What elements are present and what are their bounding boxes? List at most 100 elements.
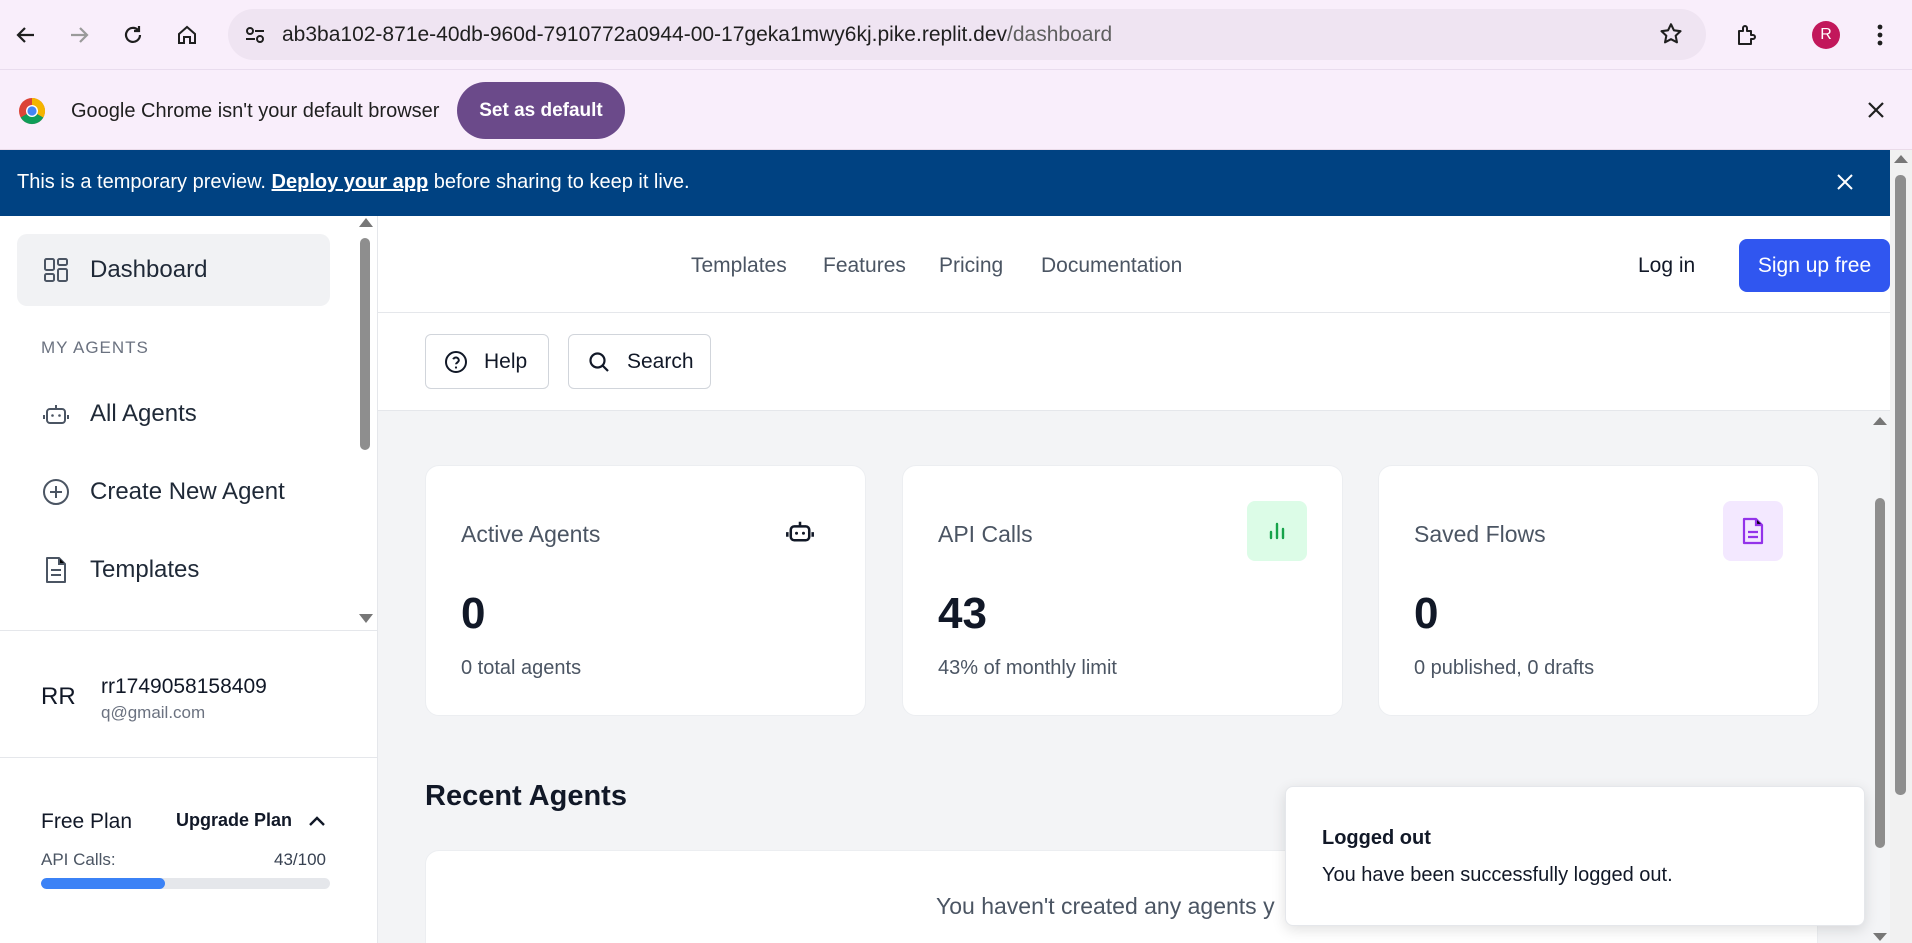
plus-circle-icon [42,478,70,506]
scroll-down-arrow[interactable] [359,614,373,623]
sidebar: Dashboard MY AGENTS All Agents Create Ne… [0,216,378,943]
infobar-close-button[interactable] [1860,94,1892,126]
nav-link-templates[interactable]: Templates [691,254,787,278]
forward-button[interactable] [61,17,97,53]
stat-card-active-agents: Active Agents 0 0 total agents [425,465,866,716]
address-bar[interactable]: ab3ba102-871e-40db-960d-7910772a0944-00-… [228,9,1706,60]
nav-link-features[interactable]: Features [823,254,906,278]
main-scroll-thumb[interactable] [1875,498,1885,848]
close-icon [1868,102,1884,118]
profile-avatar: R [1812,21,1840,49]
sidebar-item-label: Create New Agent [90,478,285,505]
stat-card-api-calls: API Calls 43 43% of monthly limit [902,465,1343,716]
chrome-logo-icon [19,97,46,125]
site-info-icon[interactable] [242,22,268,48]
sidebar-item-templates[interactable]: Templates [17,534,330,606]
scroll-up-arrow[interactable] [1873,417,1887,425]
sidebar-item-dashboard[interactable]: Dashboard [17,234,330,306]
forward-icon [71,27,89,43]
sidebar-item-all-agents[interactable]: All Agents [17,378,330,450]
stat-value: 0 [461,589,486,638]
profile-button[interactable]: R [1808,17,1844,53]
preview-banner-close-button[interactable] [1830,167,1860,197]
user-profile[interactable]: RR rr1749058158409 q@gmail.com [0,630,377,758]
api-calls-progress-fill [41,878,166,889]
home-icon [178,25,196,44]
recent-agents-heading: Recent Agents [425,780,627,812]
help-button[interactable]: Help [425,334,549,389]
nav-link-documentation[interactable]: Documentation [1041,254,1182,278]
url-path: /dashboard [1007,23,1113,46]
preview-banner-after: before sharing to keep it live. [428,171,690,193]
stat-title: Saved Flows [1414,521,1546,547]
dashboard-icon [42,256,70,284]
search-button[interactable]: Search [568,334,711,389]
stat-title: Active Agents [461,521,601,547]
preview-banner-before: This is a temporary preview. [17,171,272,193]
deploy-app-link[interactable]: Deploy your app [272,171,429,193]
toast-description: You have been successfully logged out. [1322,864,1673,886]
upgrade-plan-button[interactable]: Upgrade Plan [176,810,292,831]
reload-button[interactable] [115,17,151,53]
preview-banner: This is a temporary preview. Deploy your… [0,150,1912,216]
extensions-icon [1738,25,1756,45]
stat-title: API Calls [938,521,1033,547]
help-circle-icon [444,350,468,374]
login-link[interactable]: Log in [1638,254,1695,278]
reload-icon [124,26,142,43]
signup-button[interactable]: Sign up free [1739,239,1890,292]
api-calls-progress [41,878,330,889]
page-scroll-thumb[interactable] [1895,175,1906,795]
my-agents-heading: MY AGENTS [41,338,149,357]
main-scrollbar[interactable] [1870,413,1890,943]
api-calls-label: API Calls: [41,850,116,869]
set-as-default-button[interactable]: Set as default [457,82,625,139]
stat-subtext: 0 published, 0 drafts [1414,657,1595,679]
bar-chart-icon [1247,501,1307,561]
sidebar-scrollbar[interactable] [354,216,376,626]
default-browser-infobar: Google Chrome isn't your default browser… [0,70,1912,150]
sidebar-item-label: Templates [90,556,200,583]
chrome-menu-button[interactable] [1862,17,1898,53]
user-name: rr1749058158409 [101,675,267,698]
stat-subtext: 0 total agents [461,657,582,679]
home-button[interactable] [169,17,205,53]
stat-card-saved-flows: Saved Flows 0 0 published, 0 drafts [1378,465,1819,716]
infobar-message: Google Chrome isn't your default browser [71,100,440,122]
url-host: ab3ba102-871e-40db-960d-7910772a0944-00-… [282,23,1008,46]
page-scrollbar[interactable] [1890,150,1912,943]
preview-banner-text: This is a temporary preview. Deploy your… [17,171,690,194]
help-label: Help [484,349,528,373]
document-icon [42,556,70,584]
logout-toast[interactable]: Logged out You have been successfully lo… [1285,786,1865,926]
dashboard-toolbar: Help Search [378,313,1890,411]
scroll-up-arrow[interactable] [359,218,373,227]
menu-icon [1877,24,1883,46]
sidebar-item-label: All Agents [90,400,197,427]
robot-icon [42,400,70,428]
robot-icon [770,501,830,561]
api-calls-value: 43/100 [274,850,326,869]
empty-state-text: You haven't created any agents y [936,893,1275,919]
bookmark-star-icon[interactable] [1658,21,1684,52]
chevron-up-icon[interactable] [306,810,328,832]
sidebar-item-label: Dashboard [90,256,208,283]
browser-toolbar: ab3ba102-871e-40db-960d-7910772a0944-00-… [0,0,1912,70]
stat-subtext: 43% of monthly limit [938,657,1117,679]
back-button[interactable] [8,17,44,53]
back-icon [16,27,34,43]
close-icon [1837,174,1853,190]
avatar: RR [41,683,76,710]
stat-value: 0 [1414,589,1439,638]
plan-name: Free Plan [41,810,133,833]
url-text[interactable]: ab3ba102-871e-40db-960d-7910772a0944-00-… [282,23,1112,47]
sidebar-nav: Dashboard MY AGENTS All Agents Create Ne… [0,216,356,626]
nav-link-pricing[interactable]: Pricing [939,254,1003,278]
toast-title: Logged out [1322,827,1431,849]
document-icon [1723,501,1783,561]
scroll-up-arrow[interactable] [1894,155,1908,163]
sidebar-scroll-thumb[interactable] [360,238,370,450]
sidebar-item-create-agent[interactable]: Create New Agent [17,456,330,528]
scroll-down-arrow[interactable] [1873,933,1887,941]
extensions-button[interactable] [1729,17,1765,53]
